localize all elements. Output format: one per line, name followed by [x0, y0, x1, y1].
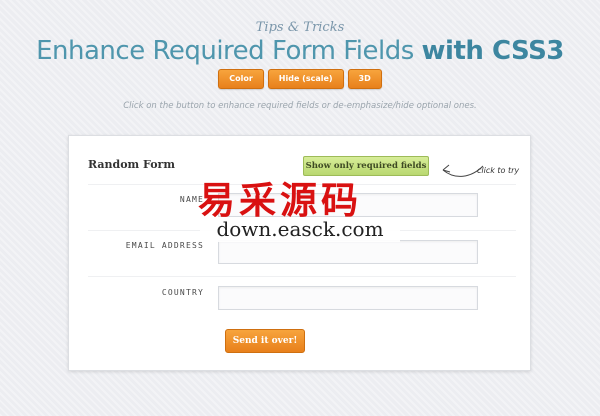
- form-title: Random Form: [88, 158, 175, 171]
- title-bold: with CSS3: [421, 36, 565, 66]
- field-label-country: COUNTRY: [161, 288, 204, 297]
- demo-button-row: Color Hide (scale) 3D: [0, 69, 600, 89]
- click-to-try-note: click to try: [441, 158, 525, 182]
- email-input[interactable]: [218, 240, 478, 264]
- 3d-button[interactable]: 3D: [347, 69, 382, 89]
- title-main: Enhance Required Form Fields: [36, 36, 422, 66]
- watermark-chinese: 易采源码: [198, 178, 362, 222]
- page-subtitle: Tips & Tricks: [255, 20, 345, 35]
- click-to-try-text: click to try: [477, 166, 520, 175]
- send-button[interactable]: Send it over!: [225, 329, 305, 353]
- field-label-email: EMAIL ADDRESS: [125, 241, 204, 250]
- page-title: Enhance Required Form Fields with CSS3: [0, 36, 600, 66]
- instruction-text: Click on the button to enhance required …: [123, 101, 477, 111]
- watermark-url: down.easck.com: [200, 217, 400, 242]
- color-button[interactable]: Color: [218, 69, 264, 89]
- row-divider: [88, 276, 516, 277]
- country-input[interactable]: [218, 286, 478, 310]
- hide-scale-button[interactable]: Hide (scale): [267, 69, 344, 89]
